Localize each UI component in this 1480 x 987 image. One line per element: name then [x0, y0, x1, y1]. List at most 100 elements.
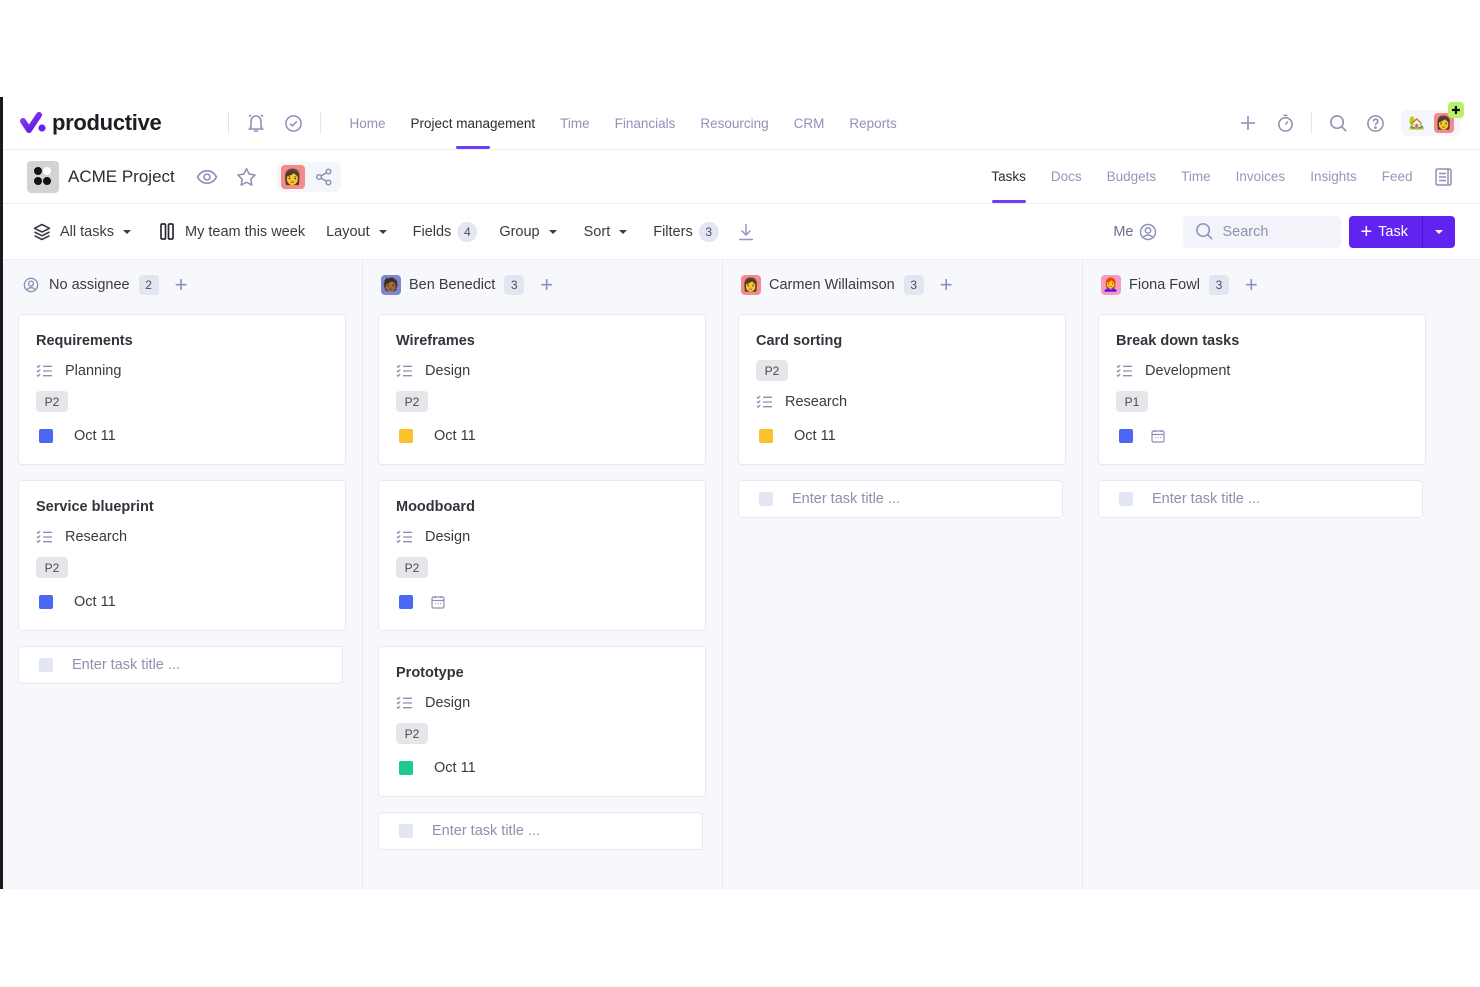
toolbar-right: Me + Task: [1113, 204, 1455, 259]
priority-row: P1: [1116, 386, 1425, 417]
task-card[interactable]: Requirements Planning P2 Oct 11: [18, 314, 346, 465]
priority-badge[interactable]: P2: [396, 557, 428, 578]
card-list: Requirements Planning P2 Oct 11 Service …: [3, 310, 362, 684]
status-indicator[interactable]: [39, 428, 53, 443]
star-icon[interactable]: [235, 165, 259, 189]
status-date-row: Oct 11: [36, 586, 345, 617]
priority-badge[interactable]: P2: [396, 723, 428, 744]
new-task-options-button[interactable]: [1422, 215, 1455, 248]
status-date-row: Oct 11: [396, 420, 705, 451]
status-placeholder-icon: [1119, 492, 1133, 506]
me-filter-button[interactable]: Me: [1113, 223, 1157, 241]
divider: [1311, 112, 1312, 134]
logo[interactable]: productive: [20, 110, 210, 136]
due-date[interactable]: Oct 11: [434, 428, 476, 444]
nav-home[interactable]: Home: [337, 97, 398, 149]
search-input[interactable]: [1222, 223, 1333, 240]
task-card[interactable]: Break down tasks Development P1: [1098, 314, 1426, 465]
user-switcher[interactable]: 🏡 👩 ✚: [1401, 102, 1464, 136]
priority-badge[interactable]: P2: [36, 557, 68, 578]
status-indicator[interactable]: [759, 428, 773, 443]
help-icon[interactable]: [1364, 112, 1386, 134]
priority-badge[interactable]: P2: [396, 391, 428, 412]
priority-badge[interactable]: P2: [36, 391, 68, 412]
task-card[interactable]: Wireframes Design P2 Oct 11: [378, 314, 706, 465]
new-task-input[interactable]: [1152, 491, 1402, 507]
all-tasks-dropdown[interactable]: All tasks: [33, 223, 131, 241]
task-list-icon: [396, 696, 413, 710]
nav-crm[interactable]: CRM: [781, 97, 837, 149]
group-dropdown[interactable]: Group: [499, 224, 557, 240]
add-task-plus-icon[interactable]: +: [540, 274, 553, 296]
add-task-plus-icon[interactable]: +: [940, 274, 953, 296]
member-avatar[interactable]: 👩: [280, 164, 305, 189]
task-title: Card sorting: [756, 333, 843, 349]
new-task-input[interactable]: [72, 657, 322, 673]
eye-icon[interactable]: [195, 165, 219, 189]
caret-down-icon: [123, 229, 131, 234]
project-details-icon[interactable]: [1435, 167, 1452, 186]
nav-project-management[interactable]: Project management: [398, 97, 548, 149]
timer-icon[interactable]: [1274, 112, 1296, 134]
tab-invoices[interactable]: Invoices: [1223, 150, 1298, 203]
search-icon[interactable]: [1327, 112, 1349, 134]
status-indicator[interactable]: [399, 594, 413, 609]
nav-time[interactable]: Time: [548, 97, 603, 149]
layout-dropdown[interactable]: Layout: [326, 224, 387, 240]
filters-count-badge: 3: [698, 221, 719, 242]
nav-reports[interactable]: Reports: [837, 97, 909, 149]
tab-time[interactable]: Time: [1169, 150, 1224, 203]
task-card[interactable]: Service blueprint Research P2 Oct 11: [18, 480, 346, 631]
add-task-plus-icon[interactable]: +: [175, 274, 188, 296]
due-date[interactable]: Oct 11: [434, 760, 476, 776]
board-column: 👩‍🦰 Fiona Fowl 3 + Break down tasks Deve…: [1083, 260, 1480, 889]
project-tabs: Tasks Docs Budgets Time Invoices Insight…: [979, 150, 1452, 203]
status-indicator[interactable]: [39, 594, 53, 609]
status-indicator[interactable]: [399, 428, 413, 443]
task-card[interactable]: Prototype Design P2 Oct 11: [378, 646, 706, 797]
priority-row: P2: [36, 386, 345, 417]
add-task-plus-icon[interactable]: +: [1245, 274, 1258, 296]
tab-feed[interactable]: Feed: [1369, 150, 1425, 203]
priority-badge[interactable]: P2: [756, 360, 788, 381]
search-icon: [1195, 222, 1214, 241]
task-card[interactable]: Card sorting P2 Research Oct 11: [738, 314, 1066, 465]
due-date[interactable]: Oct 11: [74, 594, 116, 610]
board-column: 👩 Carmen Willaimson 3 + Card sorting P2 …: [723, 260, 1083, 889]
filters-button[interactable]: Filters 3: [653, 221, 719, 242]
app-window: productive Home Project management Time …: [0, 97, 1480, 889]
new-task-input[interactable]: [432, 823, 682, 839]
status-indicator[interactable]: [1119, 428, 1133, 443]
task-list-icon: [756, 395, 773, 409]
due-date[interactable]: Oct 11: [74, 428, 116, 444]
search-field[interactable]: [1183, 215, 1342, 248]
nav-financials[interactable]: Financials: [602, 97, 688, 149]
workspace-avatar[interactable]: 🏡: [1407, 113, 1427, 133]
plus-icon[interactable]: [1237, 112, 1259, 134]
tab-tasks[interactable]: Tasks: [979, 150, 1039, 203]
new-task-input[interactable]: [792, 491, 1042, 507]
nav-resourcing[interactable]: Resourcing: [688, 97, 781, 149]
main-navigation: Home Project management Time Financials …: [337, 97, 909, 149]
top-right-actions: 🏡 👩 ✚: [1237, 97, 1464, 149]
column-title: No assignee: [49, 277, 130, 293]
task-title: Wireframes: [396, 333, 475, 349]
share-icon[interactable]: [315, 167, 333, 186]
fields-button[interactable]: Fields 4: [413, 221, 478, 242]
status-indicator[interactable]: [399, 760, 413, 775]
due-date[interactable]: Oct 11: [794, 428, 836, 444]
tab-budgets[interactable]: Budgets: [1094, 150, 1169, 203]
sort-dropdown[interactable]: Sort: [584, 224, 628, 240]
priority-badge[interactable]: P1: [1116, 391, 1148, 412]
calendar-icon[interactable]: [431, 595, 445, 609]
check-circle-icon[interactable]: [282, 112, 304, 134]
tab-insights[interactable]: Insights: [1298, 150, 1370, 203]
new-task-button[interactable]: + Task: [1349, 216, 1422, 248]
tab-docs[interactable]: Docs: [1038, 150, 1094, 203]
bell-icon[interactable]: [245, 112, 267, 134]
download-icon[interactable]: [738, 223, 754, 241]
calendar-icon[interactable]: [1151, 429, 1165, 443]
saved-view-selector[interactable]: My team this week: [160, 223, 305, 240]
task-card[interactable]: Moodboard Design P2: [378, 480, 706, 631]
task-list-row: Design: [396, 355, 705, 386]
